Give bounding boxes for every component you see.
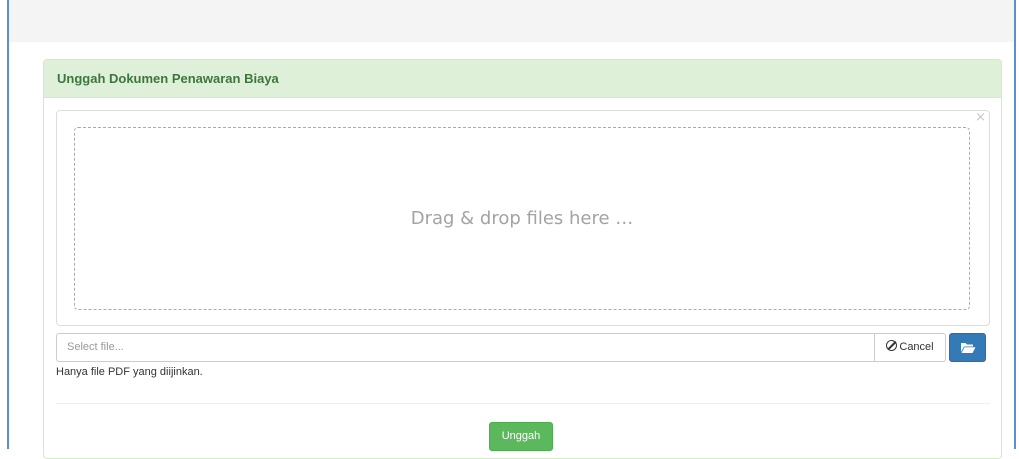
dropzone-text: Drag & drop files here … — [410, 208, 634, 229]
file-preview-area: × Drag & drop files here … — [56, 110, 990, 326]
ban-icon — [886, 340, 898, 351]
panel-title: Unggah Dokumen Penawaran Biaya — [44, 60, 1001, 98]
window-frame-left — [7, 0, 9, 449]
folder-open-icon — [960, 342, 975, 353]
top-bar — [9, 0, 1014, 42]
file-caption-input[interactable]: Select file... — [56, 333, 875, 362]
window-frame-right — [1014, 0, 1016, 449]
cancel-label: Cancel — [899, 341, 934, 353]
cancel-button[interactable]: Cancel — [874, 333, 946, 362]
browse-button[interactable] — [949, 333, 986, 362]
file-input-group: Select file... Cancel — [56, 333, 990, 362]
dropzone[interactable]: Drag & drop files here … — [74, 127, 970, 310]
help-text: Hanya file PDF yang diijinkan. — [56, 366, 203, 378]
preview-close-icon[interactable]: × — [975, 111, 986, 125]
upload-panel: Unggah Dokumen Penawaran Biaya × Drag & … — [43, 59, 1002, 459]
upload-submit-button[interactable]: Unggah — [489, 422, 553, 451]
divider — [56, 403, 990, 404]
